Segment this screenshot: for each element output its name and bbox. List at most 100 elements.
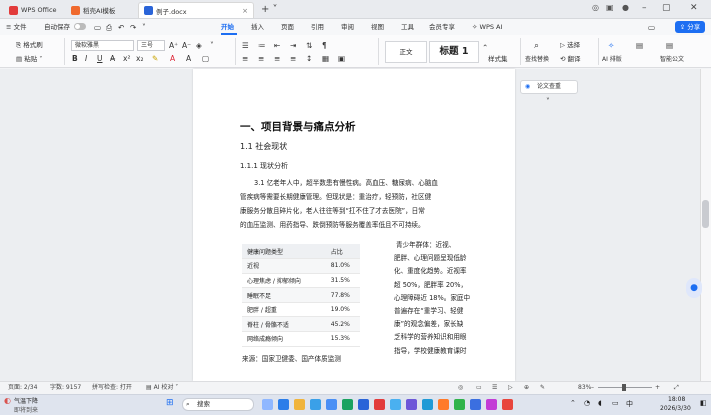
shrink-font-icon[interactable]: A⁻ (182, 41, 191, 51)
new-tab-icon[interactable]: + ˅ (261, 4, 278, 15)
superscript-icon[interactable]: x² (123, 54, 130, 64)
app-icon[interactable] (342, 399, 353, 410)
align-right-icon[interactable]: ≡ (274, 54, 280, 64)
style-set-button[interactable]: 样式集 (488, 54, 508, 65)
tab-view[interactable]: 视图 (371, 21, 384, 33)
tab-home[interactable]: 开始 (221, 21, 234, 33)
zoom-slider-handle[interactable] (622, 384, 626, 391)
find-icon[interactable]: ⌕ (534, 41, 539, 51)
app-icon[interactable] (422, 399, 433, 410)
edge-icon[interactable] (278, 399, 289, 410)
plagiarism-check-button[interactable]: ◉ 论文查重 (520, 80, 578, 94)
save-icon[interactable]: ▭ (94, 23, 101, 33)
scrollbar-thumb[interactable] (702, 200, 709, 228)
layout-icon[interactable]: ▣ (606, 3, 614, 12)
justify-icon[interactable]: ≡ (290, 54, 296, 64)
app-icon[interactable] (486, 399, 497, 410)
grow-font-icon[interactable]: A⁺ (169, 41, 178, 51)
bullet-list-icon[interactable]: ☰ (242, 41, 249, 51)
tab-references[interactable]: 引用 (311, 21, 324, 33)
shading-icon[interactable]: ▦ (322, 54, 329, 64)
avatar[interactable]: ● (622, 3, 629, 12)
doc-icon[interactable]: ▤ (666, 41, 673, 51)
view-web-icon[interactable]: ▷ (508, 382, 513, 393)
battery-icon[interactable]: ▭ (612, 399, 619, 407)
assistant-float-button[interactable]: ● (686, 278, 702, 298)
fit-page-icon[interactable]: ⤢ (674, 382, 679, 393)
app-icon[interactable] (454, 399, 465, 410)
page-count[interactable]: 页面: 2/34 (8, 382, 37, 393)
tray-chevron-icon[interactable]: ⌃ (570, 399, 576, 407)
tab-wps-ai[interactable]: ✧ WPS AI (472, 21, 502, 33)
word-count[interactable]: 字数: 9157 (50, 382, 81, 393)
font-size-select[interactable]: 三号 (137, 40, 165, 51)
translate-button[interactable]: ⟲ 翻译 (560, 54, 581, 65)
paste-button[interactable]: ▤ 粘贴 ˅ (16, 54, 43, 65)
eye-protect-icon[interactable]: ◎ (458, 382, 463, 393)
volume-icon[interactable]: ◖ (598, 399, 602, 407)
font-name-select[interactable]: 微软雅黑 (71, 40, 134, 51)
app-icon[interactable] (406, 399, 417, 410)
sort-icon[interactable]: ⇅ (306, 41, 312, 51)
numbered-list-icon[interactable]: ≔ (258, 41, 266, 51)
share-button[interactable]: ⇪ 分享 (675, 21, 705, 33)
document-page[interactable]: 一、项目背景与痛点分析 1.1 社会现状 1.1.1 现状分析 3.1 亿老年人… (193, 69, 515, 381)
tab-document[interactable]: 例子.docx × (138, 2, 254, 18)
view-read-icon[interactable]: ⊕ (524, 382, 529, 393)
spell-check-status[interactable]: 拼写检查: 打开 (92, 382, 132, 393)
style-scroll-icon[interactable]: ⌃ (482, 43, 488, 53)
close-window-icon[interactable]: ✕ (690, 3, 698, 13)
style-normal[interactable]: 正文 (385, 41, 427, 63)
app-icon[interactable] (438, 399, 449, 410)
clock-time[interactable]: 18:08 (668, 396, 685, 403)
collapse-panel-icon[interactable]: ˅ (546, 97, 550, 107)
tab-page[interactable]: 页面 (281, 21, 294, 33)
view-page-icon[interactable]: ▭ (476, 382, 482, 393)
more-font-icon[interactable]: ˅ (210, 41, 214, 51)
app-icon[interactable] (358, 399, 369, 410)
style-heading1[interactable]: 标题 1 (429, 41, 479, 63)
input-method-icon[interactable]: 中 (626, 399, 633, 409)
explorer-icon[interactable] (294, 399, 305, 410)
select-button[interactable]: ▷ 选择 (560, 40, 580, 51)
show-marks-icon[interactable]: ¶ (322, 41, 327, 51)
bold-icon[interactable]: B (72, 54, 78, 64)
align-left-icon[interactable]: ≡ (242, 54, 248, 64)
taskbar-search[interactable]: ⌕ 搜索 (182, 398, 254, 411)
line-spacing-icon[interactable]: ↕ (306, 54, 312, 64)
ai-layout-button[interactable]: AI 排版 (602, 54, 622, 65)
italic-icon[interactable]: I (85, 54, 87, 64)
indent-icon[interactable]: ⇥ (290, 41, 296, 51)
app-icon[interactable] (502, 399, 513, 410)
underline-icon[interactable]: U (97, 54, 103, 64)
app-icon[interactable] (390, 399, 401, 410)
comment-icon[interactable]: ▭ (648, 23, 655, 33)
font-color-icon[interactable]: A (170, 54, 175, 64)
tab-member[interactable]: 会员专享 (429, 21, 455, 33)
char-border-icon[interactable]: ▢ (202, 54, 209, 64)
tab-review[interactable]: 审阅 (341, 21, 354, 33)
print-icon[interactable]: ⎙ (106, 23, 112, 33)
tab-tools[interactable]: 工具 (401, 21, 414, 33)
view-write-icon[interactable]: ✎ (540, 382, 545, 393)
minimize-icon[interactable]: – (642, 3, 647, 13)
format-painter-button[interactable]: ⎘ 格式刷 (16, 40, 43, 51)
zoom-in-icon[interactable]: + (655, 382, 660, 393)
task-view-icon[interactable] (262, 399, 273, 410)
network-icon[interactable]: ◔ (584, 399, 590, 407)
weather-title[interactable]: 气温下降 (14, 396, 38, 405)
view-outline-icon[interactable]: ☰ (492, 382, 497, 393)
notification-icon[interactable]: ◧ (700, 399, 707, 407)
zoom-out-icon[interactable]: – (591, 382, 594, 393)
tab-wps-office[interactable]: WPS Office (4, 2, 62, 18)
wps-taskbar-icon[interactable] (374, 399, 385, 410)
file-menu[interactable]: ≡ 文件 (6, 21, 27, 33)
outdent-icon[interactable]: ⇤ (274, 41, 280, 51)
maximize-icon[interactable]: ▢ (662, 3, 671, 13)
clear-format-icon[interactable]: ◈ (196, 41, 202, 51)
more-icon[interactable]: ˅ (142, 23, 146, 33)
subscript-icon[interactable]: x₂ (136, 54, 143, 64)
store-icon[interactable] (310, 399, 321, 410)
ai-check-button[interactable]: ▤ AI 校对 ˅ (146, 382, 178, 393)
strikethrough-icon[interactable]: A̶ (110, 54, 115, 64)
